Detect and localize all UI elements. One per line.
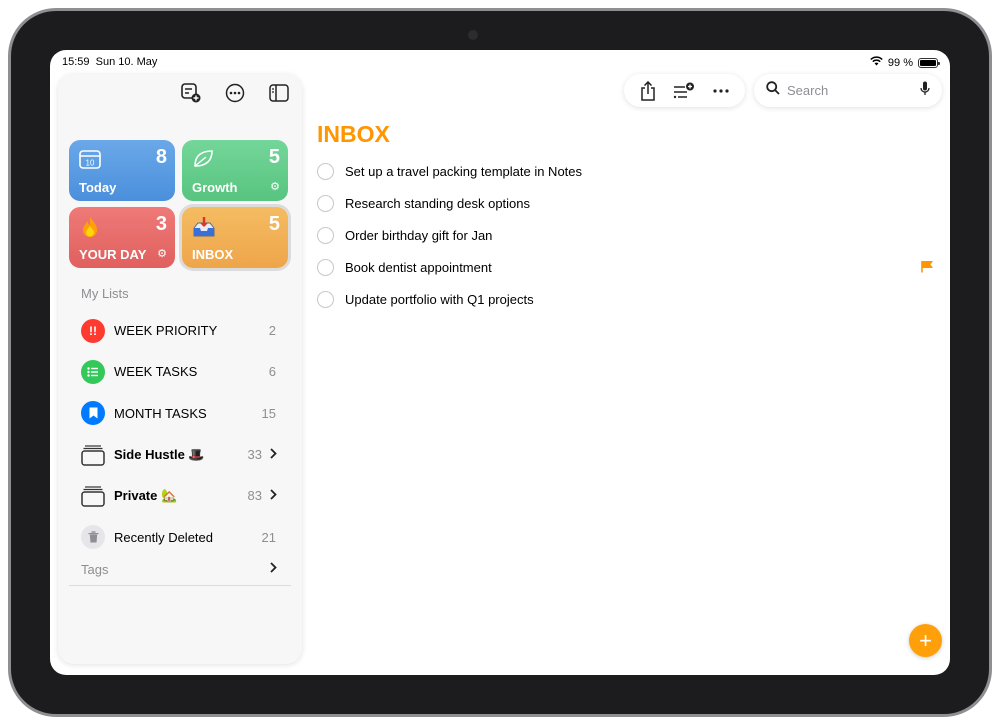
task-title[interactable]: Book dentist appointment [345, 260, 492, 275]
plus-icon: + [919, 627, 932, 653]
task-row[interactable]: Research standing desk options [317, 187, 942, 219]
leaf-icon [192, 149, 214, 174]
task-checkbox[interactable] [317, 258, 334, 276]
page-title: INBOX [317, 121, 390, 147]
screen: 15:59 Sun 10. May 99 % 10 8 Today 5 Grow… [50, 50, 950, 675]
inbox-label: INBOX [192, 247, 234, 262]
list-item-label: Recently Deleted [114, 529, 213, 545]
search-input[interactable]: Search [754, 74, 942, 107]
flag-icon [921, 260, 934, 278]
task-checkbox[interactable] [317, 194, 334, 212]
list-bullet-icon [81, 359, 105, 384]
task-title[interactable]: Set up a travel packing template in Note… [345, 164, 582, 179]
add-task-button[interactable]: + [909, 624, 942, 657]
add-list-icon[interactable] [180, 82, 202, 104]
today-label: Today [79, 180, 117, 195]
gear-icon: ⚙ [270, 181, 280, 193]
wifi-icon [870, 56, 883, 69]
tags-label: Tags [81, 562, 109, 577]
list-group-side-hustle[interactable]: Side Hustle 🎩 33 [69, 434, 291, 475]
your-day-count: 3 [155, 213, 167, 235]
list-item-label: WEEK TASKS [114, 364, 198, 380]
list-group-private[interactable]: Private 🏡 83 [69, 475, 291, 516]
search-icon [766, 81, 780, 100]
list-item-label: MONTH TASKS [114, 405, 207, 421]
main-toolbar [624, 74, 745, 107]
chevron-right-icon[interactable] [270, 561, 277, 576]
chevron-right-icon[interactable] [270, 447, 277, 462]
add-section-icon[interactable] [673, 80, 695, 102]
date-text: Sun 10. May [95, 56, 158, 68]
sidebar-toggle-icon[interactable] [268, 82, 290, 104]
list-item-label: Private 🏡 [114, 487, 178, 503]
fire-icon [79, 216, 101, 243]
gear-icon: ⚙ [157, 248, 167, 260]
list-item-count: 15 [261, 405, 276, 421]
smart-list-today[interactable]: 10 8 Today [69, 140, 175, 201]
today-count: 8 [155, 146, 167, 168]
tags-section[interactable]: Tags [69, 560, 291, 586]
calendar-icon: 10 [79, 149, 101, 174]
list-item-count: 6 [268, 364, 276, 380]
sidebar: 10 8 Today 5 Growth ⚙ 3 YOUR DAY ⚙ 5 INB… [58, 74, 302, 664]
task-row[interactable]: Book dentist appointment [317, 251, 942, 283]
growth-label: Growth [192, 180, 238, 195]
smart-list-inbox[interactable]: 5 INBOX [182, 207, 288, 268]
list-item-count: 33 [247, 447, 262, 463]
battery-percent: 99 % [887, 56, 913, 69]
my-lists: !! WEEK PRIORITY 2 WEEK TASKS 6 MONTH TA… [69, 310, 291, 558]
chevron-right-icon[interactable] [270, 488, 277, 503]
bookmark-icon [81, 401, 105, 426]
task-row[interactable]: Set up a travel packing template in Note… [317, 155, 942, 187]
list-item-recently-deleted[interactable]: Recently Deleted 21 [69, 516, 291, 557]
search-placeholder: Search [787, 83, 829, 98]
list-item-label: Side Hustle 🎩 [114, 446, 205, 462]
your-day-label: YOUR DAY [79, 247, 147, 262]
task-checkbox[interactable] [317, 162, 334, 180]
task-row[interactable]: Order birthday gift for Jan [317, 219, 942, 251]
list-item-month-tasks[interactable]: MONTH TASKS 15 [69, 393, 291, 434]
task-title[interactable]: Order birthday gift for Jan [345, 228, 492, 243]
list-item-count: 2 [268, 323, 276, 339]
status-right: 99 % [870, 56, 940, 69]
list-item-count: 83 [247, 488, 262, 504]
list-item-week-tasks[interactable]: WEEK TASKS 6 [69, 351, 291, 392]
folder-stack-icon [81, 484, 105, 508]
growth-count: 5 [268, 146, 280, 168]
smart-list-your-day[interactable]: 3 YOUR DAY ⚙ [69, 207, 175, 268]
share-icon[interactable] [637, 80, 659, 102]
exclamation-icon: !! [81, 318, 105, 343]
battery-fill [920, 59, 936, 66]
task-checkbox[interactable] [317, 290, 334, 308]
inbox-tray-icon [192, 216, 216, 243]
list-item-label: WEEK PRIORITY [114, 323, 218, 339]
task-row[interactable]: Update portfolio with Q1 projects [317, 283, 942, 315]
sidebar-toolbar [180, 82, 290, 104]
my-lists-heading: My Lists [81, 286, 129, 301]
battery-icon [918, 57, 940, 68]
task-list: Set up a travel packing template in Note… [317, 155, 942, 315]
more-options-icon[interactable] [224, 82, 246, 104]
front-camera [468, 30, 478, 40]
microphone-icon[interactable] [920, 81, 930, 101]
list-item-count: 21 [261, 529, 276, 545]
inbox-count: 5 [268, 213, 280, 235]
task-checkbox[interactable] [317, 226, 334, 244]
status-bar: 15:59 Sun 10. May 99 % [50, 50, 950, 74]
ellipsis-icon[interactable] [710, 80, 732, 102]
trash-icon [81, 525, 105, 550]
task-title[interactable]: Research standing desk options [345, 196, 530, 211]
list-item-week-priority[interactable]: !! WEEK PRIORITY 2 [69, 310, 291, 351]
time-text: 15:59 [62, 56, 90, 68]
folder-stack-icon [81, 443, 105, 467]
status-time: 15:59 Sun 10. May [62, 56, 157, 68]
svg-text:10: 10 [86, 159, 95, 168]
smart-list-growth[interactable]: 5 Growth ⚙ [182, 140, 288, 201]
task-title[interactable]: Update portfolio with Q1 projects [345, 292, 534, 307]
